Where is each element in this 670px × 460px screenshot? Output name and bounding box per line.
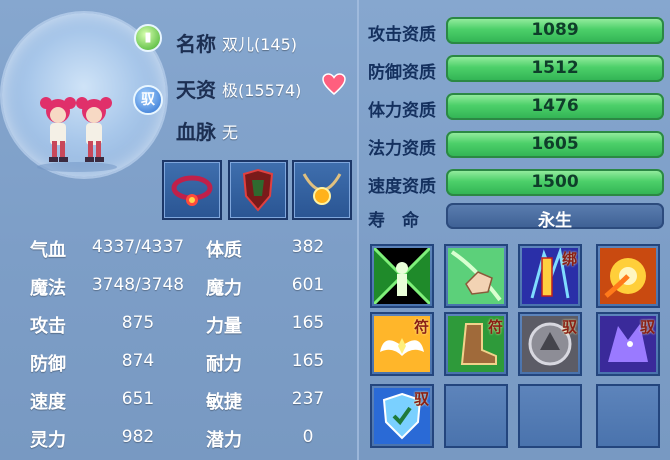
stat-label-speed: 速度 bbox=[30, 392, 66, 413]
name-value: 双儿(145) bbox=[222, 35, 298, 54]
skill-slot-5[interactable]: 符 bbox=[370, 312, 434, 376]
stat-value-mp: 3748/3748 bbox=[91, 275, 185, 295]
apt-label-speed: 速度资质 bbox=[368, 177, 436, 197]
apt-label-defense: 防御资质 bbox=[368, 63, 436, 83]
equip-slot-collar[interactable] bbox=[162, 160, 222, 220]
stat-label-hp: 气血 bbox=[30, 240, 66, 261]
skill-slot-empty-10[interactable] bbox=[444, 384, 508, 448]
skill-slot-3[interactable]: 绑 bbox=[518, 244, 582, 308]
collar-icon bbox=[171, 175, 213, 206]
skill-slot-8[interactable]: 驭 bbox=[596, 312, 660, 376]
skill-tag: 符 bbox=[487, 318, 503, 336]
stat-value-defense: 874 bbox=[121, 351, 155, 371]
skill-slot-4[interactable] bbox=[596, 244, 660, 308]
skill-tag: 符 bbox=[413, 318, 429, 336]
attr-value-strength: 165 bbox=[291, 313, 325, 333]
attr-value-magic: 601 bbox=[291, 275, 325, 295]
stat-value-speed: 651 bbox=[121, 389, 155, 409]
stat-label-attack: 攻击 bbox=[30, 316, 66, 337]
skill-tag: 绑 bbox=[561, 250, 577, 268]
equip-slot-armor[interactable] bbox=[228, 160, 288, 220]
apt-label-attack: 攻击资质 bbox=[368, 25, 436, 45]
life-bar: 永生 bbox=[446, 203, 664, 231]
life-label: 寿 命 bbox=[368, 211, 419, 231]
skill-tag: 驭 bbox=[413, 390, 429, 408]
equip-slot-necklace[interactable] bbox=[292, 160, 352, 220]
skill-slot-6[interactable]: 符 bbox=[444, 312, 508, 376]
attr-value-constitution: 382 bbox=[291, 237, 325, 257]
apt-value-attack: 1089 bbox=[531, 20, 579, 40]
bloodline-label: 血脉 bbox=[176, 120, 216, 144]
attr-value-potential: 0 bbox=[302, 427, 314, 447]
skill-slot-2[interactable] bbox=[444, 244, 508, 308]
stat-value-hp: 4337/4337 bbox=[91, 237, 185, 257]
skill-slot-9[interactable]: 驭 bbox=[370, 384, 434, 448]
skill-slot-7[interactable]: 驭 bbox=[518, 312, 582, 376]
apt-label-stamina: 体力资质 bbox=[368, 101, 436, 121]
skill-slot-1[interactable] bbox=[370, 244, 434, 308]
apt-bar-speed: 1500 bbox=[446, 169, 664, 196]
apt-value-mana: 1605 bbox=[531, 134, 579, 154]
apt-bar-stamina: 1476 bbox=[446, 93, 664, 120]
green-aura-skill-icon bbox=[374, 248, 430, 304]
apt-value-defense: 1512 bbox=[531, 58, 579, 78]
bloodline-value: 无 bbox=[222, 123, 239, 142]
apt-value-stamina: 1476 bbox=[531, 96, 579, 116]
attr-value-agility: 237 bbox=[291, 389, 325, 409]
pet-sprite bbox=[37, 97, 117, 172]
stat-label-spirit: 灵力 bbox=[30, 430, 66, 451]
apt-bar-attack: 1089 bbox=[446, 17, 664, 44]
apt-value-speed: 1500 bbox=[531, 172, 579, 192]
skill-slot-empty-12[interactable] bbox=[596, 384, 660, 448]
necklace-icon bbox=[302, 173, 342, 205]
stat-label-defense: 防御 bbox=[30, 354, 66, 375]
attr-label-potential: 潜力 bbox=[206, 430, 242, 451]
armor-icon bbox=[242, 168, 274, 212]
attr-label-strength: 力量 bbox=[206, 316, 242, 337]
apt-bar-mana: 1605 bbox=[446, 131, 664, 158]
skill-tag: 驭 bbox=[639, 318, 655, 336]
attr-label-constitution: 体质 bbox=[206, 240, 242, 261]
apt-label-mana: 法力资质 bbox=[368, 139, 436, 159]
attr-label-endurance: 耐力 bbox=[206, 354, 242, 375]
attr-label-magic: 魔力 bbox=[206, 278, 242, 299]
aptitude-label: 天资 bbox=[176, 78, 216, 102]
stat-label-mp: 魔法 bbox=[30, 278, 66, 299]
heart-icon[interactable] bbox=[322, 73, 346, 95]
pointing-hand-skill-icon bbox=[448, 248, 504, 304]
jade-badge-icon[interactable]: ▮ bbox=[134, 24, 162, 52]
ride-badge-icon[interactable]: 驭 bbox=[133, 85, 163, 115]
stat-value-attack: 875 bbox=[121, 313, 155, 333]
fireball-skill-icon bbox=[600, 248, 656, 304]
apt-bar-defense: 1512 bbox=[446, 55, 664, 82]
aptitude-value: 极(15574) bbox=[222, 81, 302, 100]
life-value: 永生 bbox=[538, 211, 572, 231]
skill-slot-empty-11[interactable] bbox=[518, 384, 582, 448]
name-label: 名称 bbox=[176, 32, 216, 56]
panel-divider bbox=[357, 0, 359, 460]
attr-value-endurance: 165 bbox=[291, 351, 325, 371]
skill-tag: 驭 bbox=[561, 318, 577, 336]
stat-value-spirit: 982 bbox=[121, 427, 155, 447]
attr-label-agility: 敏捷 bbox=[206, 392, 242, 413]
